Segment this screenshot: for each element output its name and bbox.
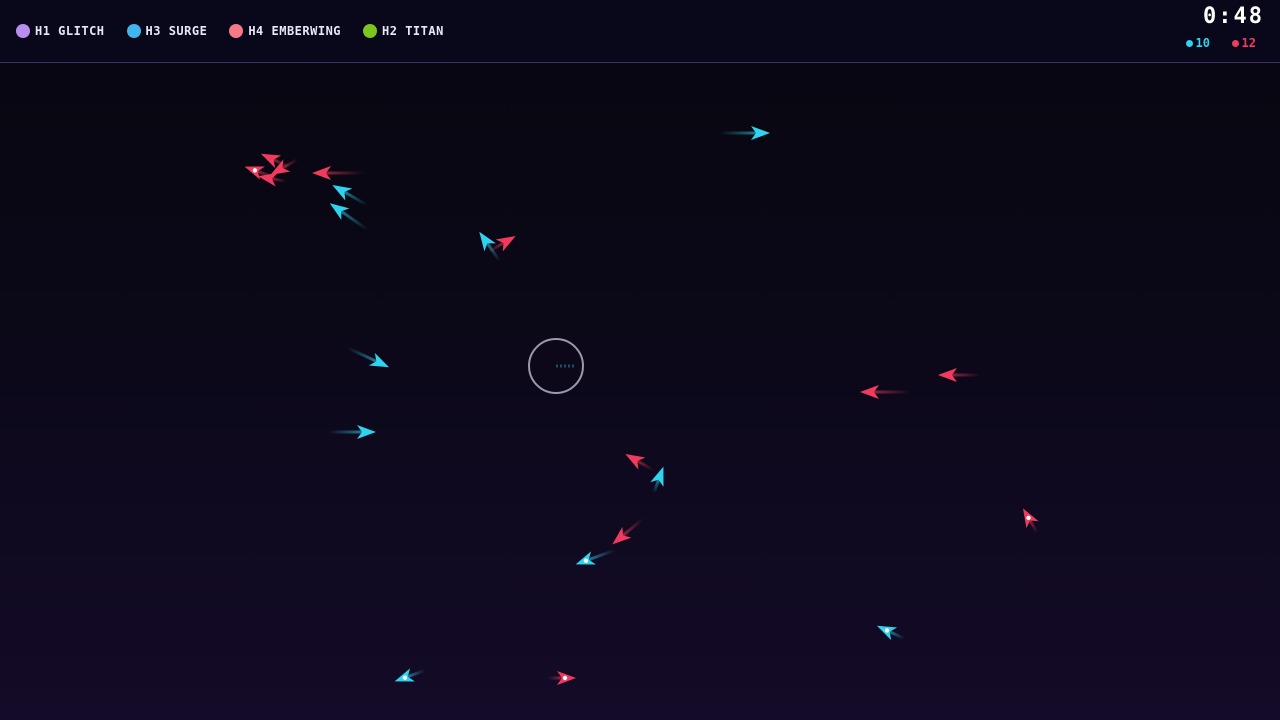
ship-trail xyxy=(874,390,910,394)
ship-trail xyxy=(652,479,661,494)
red-team-ship xyxy=(625,454,654,472)
ship-trail xyxy=(588,548,616,562)
ship-body xyxy=(260,153,282,169)
ship-body xyxy=(329,203,350,220)
ship-body xyxy=(368,352,390,368)
blue-team-ship xyxy=(394,668,426,682)
red-team-ship xyxy=(312,166,364,180)
ship-body xyxy=(625,454,646,470)
ship-trail xyxy=(952,373,980,377)
blue-team-ship xyxy=(876,625,905,641)
red-team-ship xyxy=(612,517,644,545)
battle-arena[interactable] xyxy=(0,0,1280,720)
ship-trail xyxy=(346,346,378,363)
red-team-ship xyxy=(548,671,576,685)
ship-trail xyxy=(622,517,644,537)
ship-body xyxy=(650,466,664,487)
blue-team-ship xyxy=(346,346,390,368)
red-team-ship xyxy=(938,368,980,382)
ship-trail xyxy=(407,669,426,679)
red-team-ship xyxy=(860,385,910,399)
ship-trail xyxy=(548,676,562,680)
ship-trail xyxy=(636,459,654,472)
ship-trail xyxy=(271,177,286,183)
red-team-ship xyxy=(487,236,516,254)
ship-core xyxy=(562,675,568,681)
ship-body xyxy=(332,185,353,201)
red-team-ship xyxy=(1023,508,1039,534)
ship-trail xyxy=(340,210,369,231)
ship-trail xyxy=(1028,519,1039,534)
ship-trail xyxy=(343,190,368,207)
blue-team-ship xyxy=(328,425,376,439)
blue-team-ship xyxy=(575,548,616,565)
target-reticle xyxy=(528,338,584,394)
ship-trail xyxy=(888,630,905,640)
blue-team-ship xyxy=(720,126,770,140)
blue-team-ship xyxy=(479,231,502,263)
ship-trail xyxy=(328,430,362,434)
ship-body xyxy=(495,236,516,252)
ship-trail xyxy=(720,131,756,135)
ship-trail xyxy=(326,171,364,175)
